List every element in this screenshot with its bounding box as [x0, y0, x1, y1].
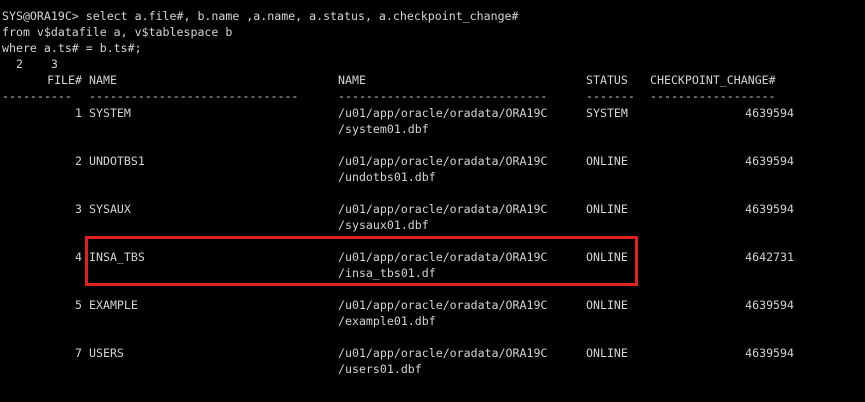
row-datafile-filename: /sysaux01.dbf — [338, 218, 429, 232]
row-file-no: 7 — [75, 346, 82, 360]
row-file-no: 3 — [75, 202, 82, 216]
terminal-window[interactable]: SYS@ORA19C> select a.file#, b.name ,a.na… — [0, 0, 865, 402]
row-file-no: 5 — [75, 298, 82, 312]
row-datafile-path: /u01/app/oracle/oradata/ORA19C — [338, 298, 548, 312]
header-status: STATUS — [586, 73, 628, 87]
header-file-no: FILE# — [47, 73, 82, 87]
row-file-no: 1 — [75, 106, 82, 120]
row-file-no: 4 — [75, 250, 82, 264]
row-checkpoint-change: 4639594 — [745, 202, 794, 216]
continuation-line-numbers: 2 3 — [2, 57, 58, 71]
row-tablespace-name: UNDOTBS1 — [89, 154, 145, 168]
row-status: SYSTEM — [586, 106, 628, 120]
separator-datafile-name: ------------------------------ — [338, 89, 548, 103]
row-checkpoint-change: 4639594 — [745, 346, 794, 360]
header-checkpoint-change: CHECKPOINT_CHANGE# — [650, 73, 776, 87]
sql-command-line-2: from v$datafile a, v$tablespace b — [2, 25, 233, 39]
row-tablespace-name: SYSAUX — [89, 202, 131, 216]
header-tablespace-name: NAME — [89, 73, 117, 87]
row-tablespace-name: USERS — [89, 346, 124, 360]
row-checkpoint-change: 4639594 — [745, 154, 794, 168]
sql-command-line-3: where a.ts# = b.ts#; — [2, 41, 142, 55]
row-tablespace-name: EXAMPLE — [89, 298, 138, 312]
row-datafile-path: /u01/app/oracle/oradata/ORA19C — [338, 202, 548, 216]
row-datafile-filename: /users01.dbf — [338, 362, 422, 376]
row-datafile-filename: /system01.dbf — [338, 122, 429, 136]
row-status: ONLINE — [586, 154, 628, 168]
highlight-annotation-box — [85, 236, 638, 286]
row-datafile-path: /u01/app/oracle/oradata/ORA19C — [338, 154, 548, 168]
row-file-no: 2 — [75, 154, 82, 168]
row-datafile-filename: /example01.dbf — [338, 314, 436, 328]
separator-status: ------- — [586, 89, 635, 103]
header-datafile-name: NAME — [338, 73, 366, 87]
separator-file-no: ---------- — [2, 89, 72, 103]
row-status: ONLINE — [586, 298, 628, 312]
row-status: ONLINE — [586, 202, 628, 216]
row-checkpoint-change: 4639594 — [745, 106, 794, 120]
row-datafile-filename: /undotbs01.dbf — [338, 170, 436, 184]
separator-checkpoint-change: ------------------ — [650, 89, 776, 103]
row-status: ONLINE — [586, 346, 628, 360]
row-datafile-path: /u01/app/oracle/oradata/ORA19C — [338, 346, 548, 360]
row-tablespace-name: SYSTEM — [89, 106, 131, 120]
row-checkpoint-change: 4642731 — [745, 250, 794, 264]
row-datafile-path: /u01/app/oracle/oradata/ORA19C — [338, 106, 548, 120]
sql-command-line-1: SYS@ORA19C> select a.file#, b.name ,a.na… — [2, 9, 519, 23]
row-checkpoint-change: 4639594 — [745, 298, 794, 312]
separator-tablespace-name: ------------------------------ — [89, 89, 299, 103]
